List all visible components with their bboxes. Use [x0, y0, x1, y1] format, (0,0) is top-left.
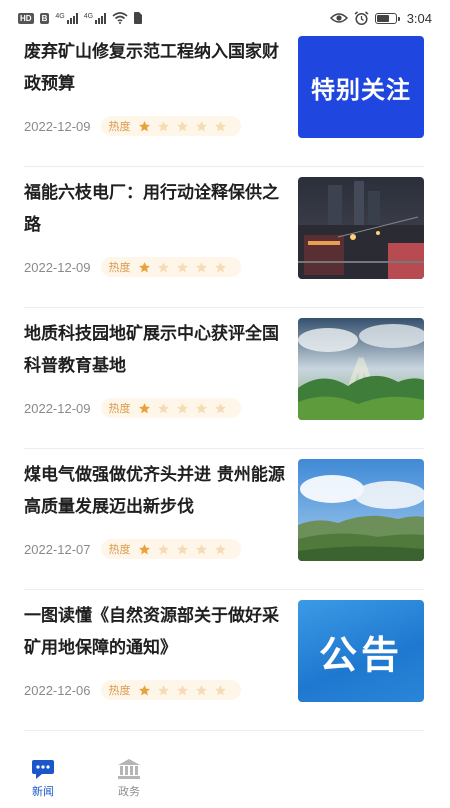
- cell-signal-icon: 4G: [55, 12, 78, 24]
- heat-label: 热度: [108, 120, 131, 133]
- news-card[interactable]: 福能六枝电厂：用行动诠释保供之路 2022-12-09 热度: [24, 167, 424, 308]
- status-left: HD B 4G 4G: [18, 12, 143, 24]
- hd-badge: HD: [18, 12, 34, 24]
- news-date: 2022-12-06: [24, 682, 91, 698]
- news-meta: 2022-12-07 热度: [24, 539, 241, 559]
- star-empty-icon: [176, 402, 188, 413]
- heat-stars: [138, 261, 227, 274]
- heat-label: 热度: [108, 543, 131, 556]
- star-empty-icon: [214, 261, 226, 272]
- star-filled-icon: [138, 120, 150, 131]
- star-empty-icon: [195, 261, 207, 272]
- government-building-icon: [118, 759, 140, 779]
- green-hills-image: [298, 318, 424, 420]
- nav-label-news: 新闻: [32, 785, 54, 798]
- star-empty-icon: [195, 402, 207, 413]
- star-empty-icon: [176, 120, 188, 131]
- news-date: 2022-12-07: [24, 541, 91, 557]
- night-power-plant-image: [298, 177, 424, 279]
- heat-rating: 热度: [100, 116, 241, 136]
- star-filled-icon: [138, 684, 150, 695]
- alarm-icon: [354, 10, 369, 25]
- thumbnail-text: 特别关注: [311, 75, 411, 104]
- sky-mountain-image: [298, 459, 424, 561]
- star-empty-icon: [157, 543, 169, 554]
- chat-bubble-icon: [32, 760, 54, 779]
- news-card[interactable]: 地质科技园地矿展示中心获评全国科普教育基地 2022-12-09 热度: [24, 308, 424, 449]
- star-empty-icon: [214, 402, 226, 413]
- star-empty-icon: [195, 120, 207, 131]
- news-card[interactable]: 废弃矿山修复示范工程纳入国家财政预算 2022-12-09 热度 特别关注: [24, 26, 424, 167]
- heat-rating: 热度: [100, 680, 241, 700]
- news-thumbnail[interactable]: 公告: [298, 600, 424, 702]
- news-thumbnail[interactable]: [298, 177, 424, 279]
- news-date: 2022-12-09: [24, 259, 91, 275]
- heat-rating: 热度: [100, 257, 241, 277]
- bottom-nav: 新闻 政务: [0, 742, 450, 808]
- wifi-icon: [112, 12, 128, 24]
- star-empty-icon: [195, 543, 207, 554]
- heat-rating: 热度: [100, 398, 241, 418]
- star-empty-icon: [176, 684, 188, 695]
- status-right: 3:04: [329, 10, 432, 26]
- star-empty-icon: [214, 120, 226, 131]
- star-empty-icon: [157, 684, 169, 695]
- news-thumbnail[interactable]: [298, 459, 424, 561]
- news-title[interactable]: 废弃矿山修复示范工程纳入国家财政预算: [24, 36, 292, 100]
- sim-card-icon: [134, 12, 143, 24]
- news-meta: 2022-12-09 热度: [24, 257, 241, 277]
- star-empty-icon: [176, 261, 188, 272]
- star-filled-icon: [138, 261, 150, 272]
- news-date: 2022-12-09: [24, 400, 91, 416]
- news-meta: 2022-12-06 热度: [24, 680, 241, 700]
- heat-stars: [138, 684, 227, 697]
- nav-item-news[interactable]: 新闻: [0, 742, 86, 799]
- news-feed: 废弃矿山修复示范工程纳入国家财政预算 2022-12-09 热度 特别关注 福能…: [0, 26, 450, 731]
- nav-item-government[interactable]: 政务: [86, 742, 172, 799]
- heat-stars: [138, 402, 227, 415]
- news-title[interactable]: 福能六枝电厂：用行动诠释保供之路: [24, 177, 292, 241]
- news-title[interactable]: 一图读懂《自然资源部关于做好采矿用地保障的通知》: [24, 600, 292, 664]
- network-type-label: 4G: [55, 12, 65, 20]
- news-meta: 2022-12-09 热度: [24, 398, 241, 418]
- eye-icon: [329, 13, 348, 23]
- star-filled-icon: [138, 402, 150, 413]
- news-card[interactable]: 一图读懂《自然资源部关于做好采矿用地保障的通知》 2022-12-06 热度 公…: [24, 590, 424, 731]
- news-meta: 2022-12-09 热度: [24, 116, 241, 136]
- star-empty-icon: [157, 261, 169, 272]
- heat-label: 热度: [108, 684, 131, 697]
- news-title[interactable]: 地质科技园地矿展示中心获评全国科普教育基地: [24, 318, 292, 382]
- heat-label: 热度: [108, 261, 131, 274]
- clock-time: 3:04: [406, 10, 432, 26]
- star-empty-icon: [157, 120, 169, 131]
- b-badge: B: [39, 12, 50, 24]
- star-empty-icon: [214, 543, 226, 554]
- nav-label-government: 政务: [118, 785, 140, 798]
- news-card[interactable]: 煤电气做强做优齐头并进 贵州能源高质量发展迈出新步伐 2022-12-07 热度: [24, 449, 424, 590]
- star-empty-icon: [157, 402, 169, 413]
- star-empty-icon: [195, 684, 207, 695]
- news-thumbnail[interactable]: 特别关注: [298, 36, 424, 138]
- network-type-label-2: 4G: [83, 12, 94, 20]
- heat-label: 热度: [108, 402, 131, 415]
- thumbnail-text: 公告: [318, 632, 403, 677]
- news-date: 2022-12-09: [24, 118, 91, 134]
- news-thumbnail[interactable]: [298, 318, 424, 420]
- heat-stars: [138, 120, 227, 133]
- star-filled-icon: [138, 543, 150, 554]
- heat-stars: [138, 543, 227, 556]
- star-empty-icon: [176, 543, 188, 554]
- cell-signal-icon-2: 4G: [83, 12, 107, 24]
- star-empty-icon: [214, 684, 226, 695]
- news-title[interactable]: 煤电气做强做优齐头并进 贵州能源高质量发展迈出新步伐: [24, 459, 292, 523]
- battery-icon: [374, 12, 400, 24]
- heat-rating: 热度: [100, 539, 241, 559]
